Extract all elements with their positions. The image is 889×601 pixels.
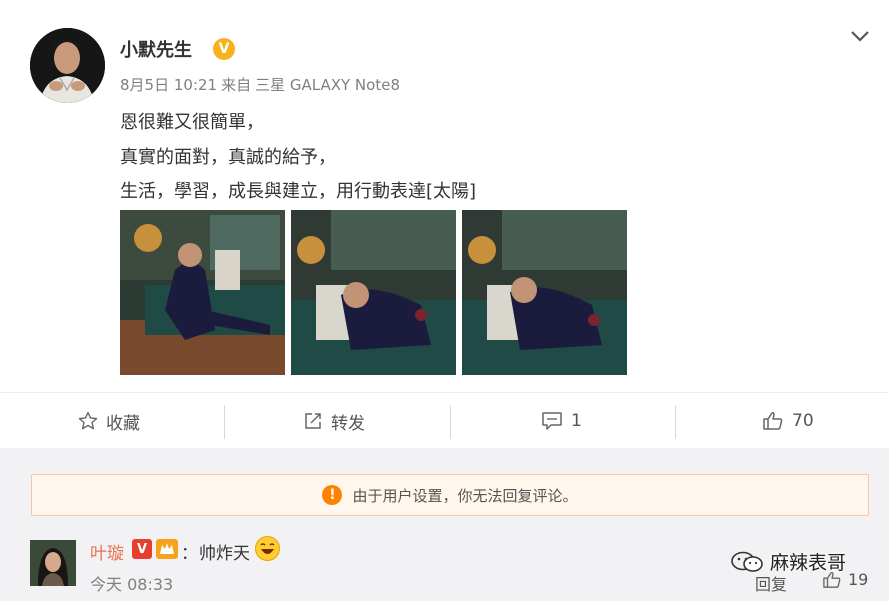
via-label: 来自: [221, 76, 252, 94]
like-button[interactable]: 70: [762, 393, 814, 449]
divider: [224, 405, 225, 439]
wechat-icon: [731, 551, 763, 572]
member-badge-icon: [156, 539, 178, 559]
notice-text: 由于用户设置，你无法回复评论。: [352, 486, 578, 505]
verified-icon: V: [213, 38, 235, 60]
thumbs-up-icon: [823, 571, 841, 588]
laughing-emoji-icon: [255, 536, 280, 561]
comment-count: 1: [571, 411, 582, 431]
author-avatar[interactable]: [30, 28, 105, 103]
commenter-name[interactable]: 叶璇: [90, 539, 124, 564]
divider: [450, 405, 451, 439]
post-text-line-2: 真實的面對，真誠的給予，: [120, 147, 336, 168]
comment-time: 今天 08:33: [90, 575, 174, 594]
post-device[interactable]: 三星 GALAXY Note8: [255, 76, 400, 94]
favorite-button[interactable]: 收藏: [78, 393, 140, 449]
favorite-label: 收藏: [106, 413, 140, 434]
post-date[interactable]: 8月5日 10:21: [120, 76, 217, 94]
thumbs-up-icon: [763, 412, 783, 430]
comment-icon: [542, 412, 562, 430]
author-name[interactable]: 小默先生: [120, 36, 192, 62]
comment-text: 帅炸天: [199, 544, 250, 564]
star-icon: [78, 411, 98, 430]
repost-icon: [305, 413, 321, 429]
action-bar: 收藏 转发 1 70: [0, 392, 889, 450]
warning-icon: !: [322, 485, 343, 505]
reply-button[interactable]: 回复: [755, 571, 787, 595]
comment-like-count: 19: [848, 570, 869, 589]
repost-label: 转发: [331, 413, 365, 434]
verified-icon: V: [132, 539, 152, 559]
comment-button[interactable]: 1: [541, 393, 582, 449]
post-photo-1[interactable]: [120, 210, 285, 375]
reply-disabled-notice: ! 由于用户设置，你无法回复评论。: [31, 474, 869, 516]
post-text-line-3: 生活，學習，成長與建立，用行動表達[太陽]: [120, 181, 477, 202]
divider: [675, 405, 676, 439]
post-meta: 8月5日 10:21 来自 三星 GALAXY Note8: [120, 74, 404, 95]
commenter-avatar[interactable]: [30, 540, 76, 586]
comment-colon: ：: [181, 544, 198, 564]
post-text-line-1: 恩很難又很簡單，: [120, 112, 264, 133]
post-photo-2[interactable]: [291, 210, 456, 375]
post-photo-3[interactable]: [462, 210, 627, 375]
comment-like-button[interactable]: 19: [822, 570, 868, 589]
like-count: 70: [792, 411, 814, 431]
repost-button[interactable]: 转发: [303, 393, 365, 449]
chevron-down-icon[interactable]: [848, 24, 872, 48]
